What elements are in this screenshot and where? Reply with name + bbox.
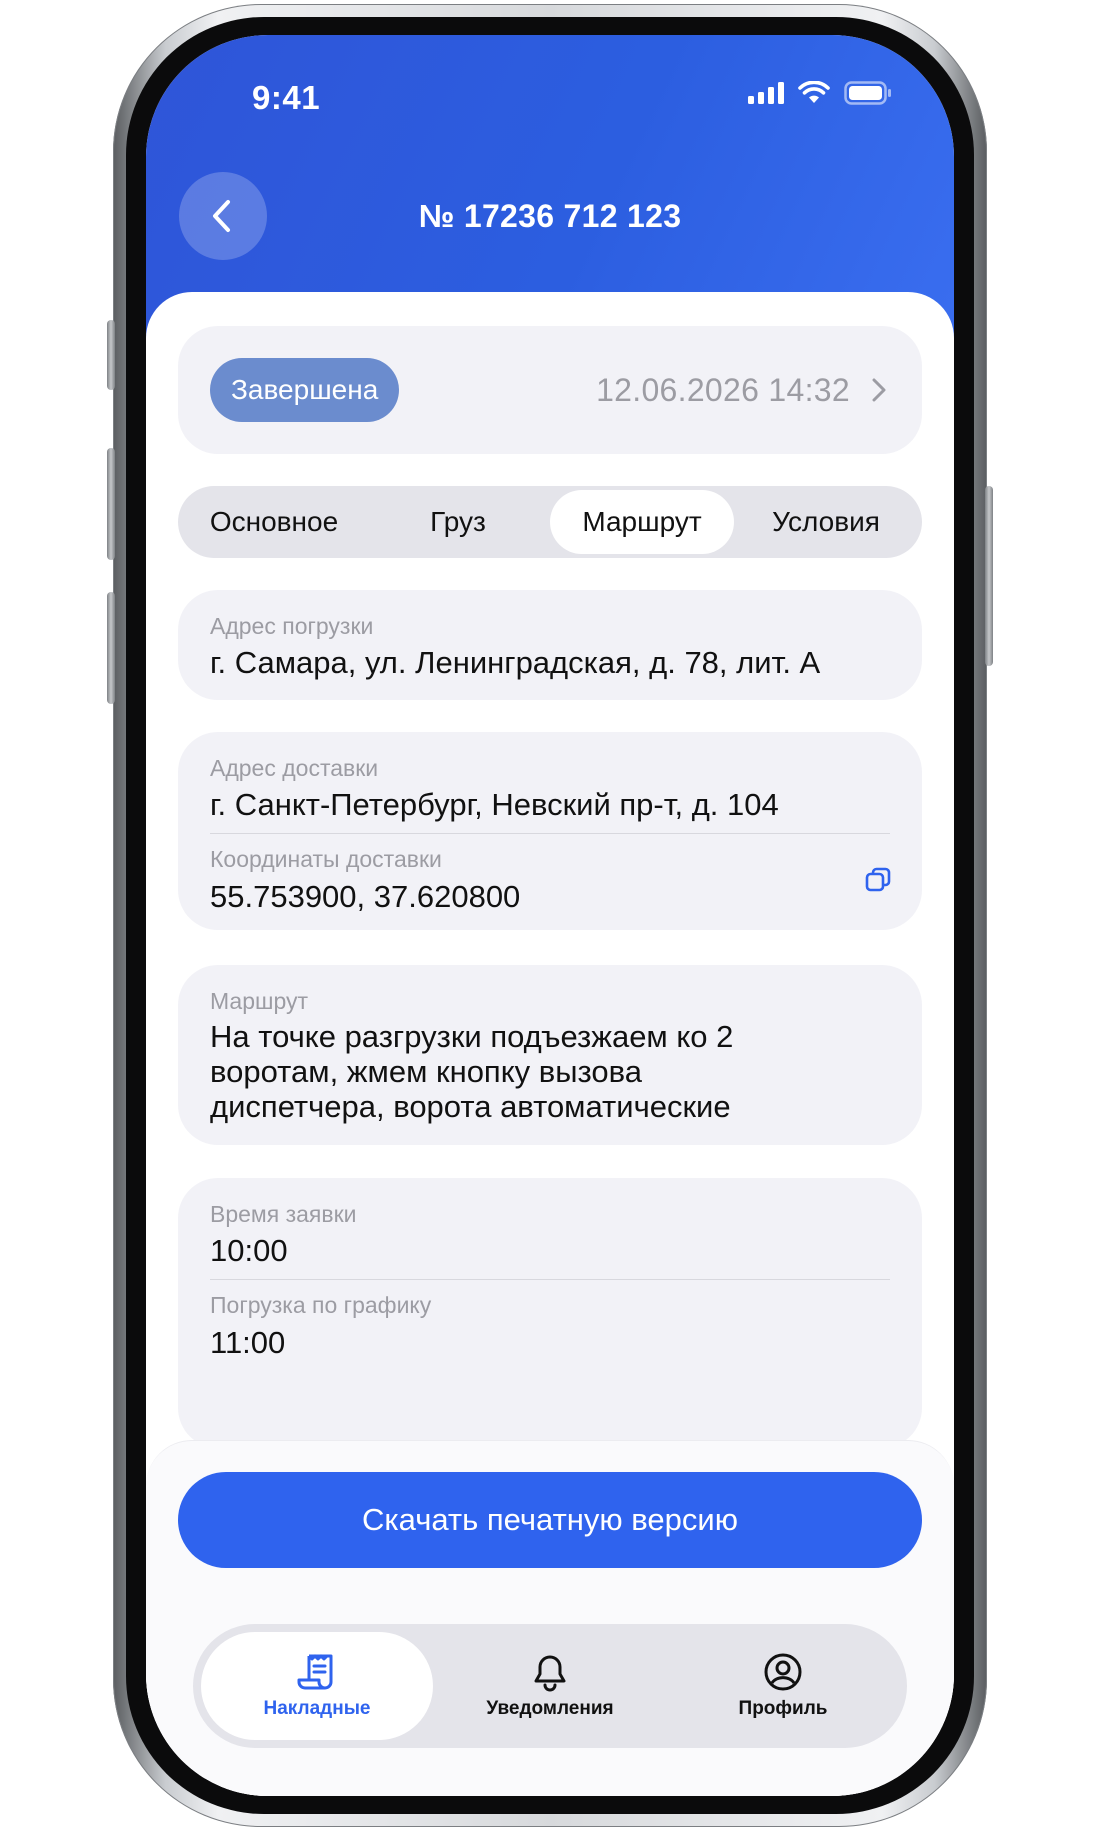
bell-icon	[534, 1655, 566, 1692]
screen: 9:41 № 17236 712 123 Завершена 12.06.202…	[146, 35, 954, 1796]
status-card[interactable]: Завершена 12.06.2026 14:32	[178, 326, 922, 454]
route-line-1: На точке разгрузки подъезжаем ко 2	[210, 1019, 734, 1054]
volume-up-button	[107, 448, 115, 560]
receipt-icon	[297, 1654, 333, 1690]
route-line-2: воротам, жмем кнопку вызова	[210, 1054, 642, 1089]
page-title: № 17236 712 123	[418, 198, 682, 234]
delivery-coords-value: 55.753900, 37.620800	[210, 879, 521, 914]
times-card: Время заявки 10:00 Погрузка по графику 1…	[178, 1178, 922, 1448]
route-label: Маршрут	[210, 988, 309, 1014]
request-time-label: Время заявки	[210, 1201, 357, 1227]
tab-bar-label-notifications: Уведомления	[486, 1698, 614, 1719]
tab-cargo[interactable]: Груз	[366, 490, 550, 554]
status-badge: Завершена	[210, 358, 400, 422]
tab-bar-item-notifications[interactable]: Уведомления	[434, 1632, 666, 1740]
wifi-icon	[798, 81, 830, 103]
divider	[210, 1279, 890, 1280]
chevron-right-icon	[870, 376, 888, 404]
tab-bar-item-profile[interactable]: Профиль	[667, 1632, 899, 1740]
tab-bar: Накладные Уведомления Профиль	[193, 1624, 907, 1748]
status-time: 9:41	[252, 79, 321, 116]
loading-address-value: г. Самара, ул. Ленинградская, д. 78, лит…	[210, 645, 821, 680]
delivery-address-label: Адрес доставки	[210, 755, 379, 781]
power-button	[985, 486, 993, 666]
divider	[210, 833, 890, 834]
loading-address-card: Адрес погрузки г. Самара, ул. Ленинградс…	[178, 590, 922, 700]
tab-route[interactable]: Маршрут	[550, 490, 734, 554]
route-card: Маршрут На точке разгрузки подъезжаем ко…	[178, 965, 922, 1145]
tab-bar-label-profile: Профиль	[738, 1698, 828, 1719]
tab-bar-item-waybills[interactable]: Накладные	[201, 1632, 433, 1740]
status-datetime: 12.06.2026 14:32	[596, 371, 850, 408]
request-time-value: 10:00	[210, 1233, 288, 1268]
tab-conditions[interactable]: Условия	[734, 490, 918, 554]
delivery-address-value: г. Санкт-Петербург, Невский пр-т, д. 104	[210, 787, 779, 822]
route-line-3: диспетчера, ворота автоматические	[210, 1089, 731, 1124]
user-circle-icon	[764, 1653, 802, 1691]
battery-icon	[844, 81, 891, 105]
schedule-label: Погрузка по графику	[210, 1292, 432, 1318]
volume-down-button	[107, 592, 115, 704]
copy-icon[interactable]	[864, 866, 892, 894]
tab-main[interactable]: Основное	[182, 490, 366, 554]
download-print-button[interactable]: Скачать печатную версию	[178, 1472, 922, 1568]
schedule-value: 11:00	[210, 1325, 286, 1360]
cellular-signal-icon	[748, 82, 784, 104]
status-icons	[748, 81, 892, 105]
delivery-coords-label: Координаты доставки	[210, 846, 442, 872]
tab-bar-label-waybills: Накладные	[263, 1698, 371, 1719]
loading-address-label: Адрес погрузки	[210, 613, 374, 639]
silent-switch	[107, 320, 115, 390]
segmented-tabs: Основное Груз Маршрут Условия	[178, 486, 922, 558]
delivery-card: Адрес доставки г. Санкт-Петербург, Невск…	[178, 732, 922, 930]
